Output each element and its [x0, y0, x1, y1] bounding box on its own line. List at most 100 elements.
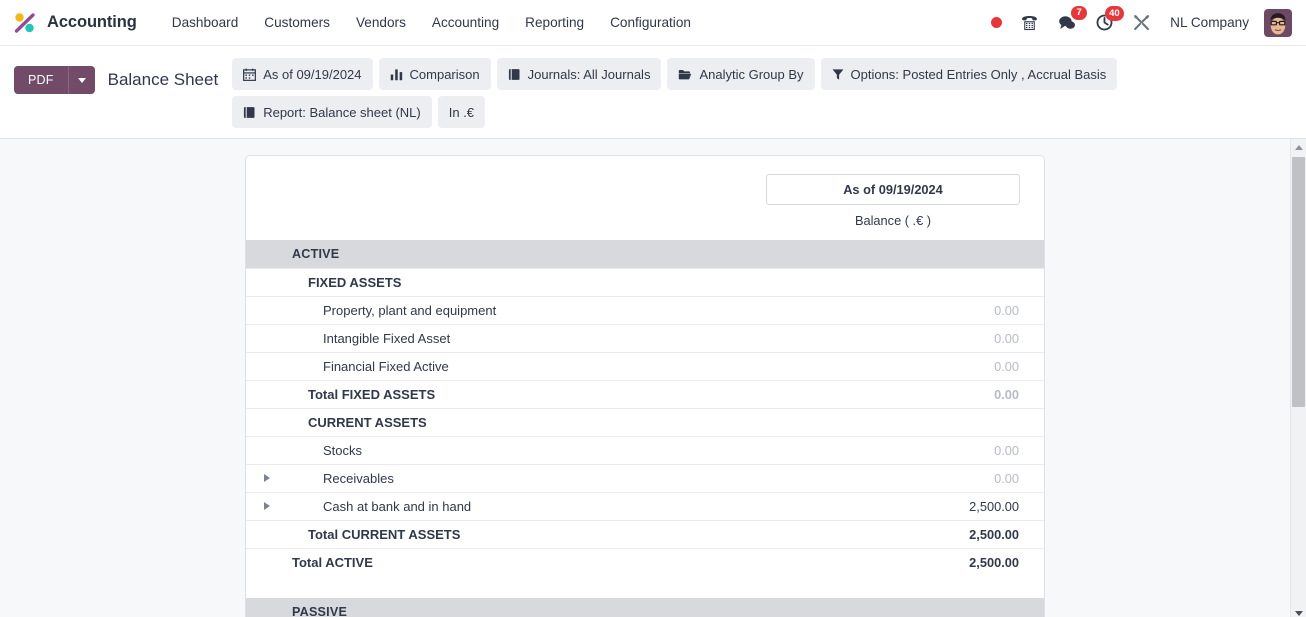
filter-date-label: As of 09/19/2024	[263, 66, 362, 82]
filter-journals-label: Journals: All Journals	[527, 66, 651, 82]
row-toggle-placeholder	[246, 324, 292, 352]
filter-date-button[interactable]: As of 09/19/2024	[232, 58, 373, 90]
filter-journals-button[interactable]: Journals: All Journals	[496, 58, 662, 90]
table-row[interactable]: Receivables 0.00	[246, 464, 1044, 492]
table-row[interactable]: Total ACTIVE 2,500.00	[246, 548, 1044, 576]
table-row[interactable]: Total CURRENT ASSETS 2,500.00	[246, 520, 1044, 548]
row-value: 0.00	[994, 386, 1019, 402]
filter-comparison-label: Comparison	[409, 66, 480, 82]
scroll-down-arrow-icon[interactable]	[1291, 605, 1306, 617]
control-panel-left: PDF Balance Sheet	[14, 54, 218, 94]
row-value	[854, 268, 1044, 296]
scroll-up-arrow-icon[interactable]	[1291, 139, 1306, 155]
caret-right-icon[interactable]	[264, 502, 270, 510]
row-toggle-placeholder	[246, 352, 292, 380]
table-row[interactable]: Total FIXED ASSETS 0.00	[246, 380, 1044, 408]
chevron-down-icon	[77, 77, 86, 83]
balance-sheet-table: ACTIVE FIXED ASSETS Property, plant and eq…	[246, 240, 1044, 617]
folder-open-icon	[678, 68, 692, 81]
activities-menu-button[interactable]: 40	[1086, 6, 1125, 36]
report-spacer-row	[246, 576, 1044, 598]
row-label: Total FIXED ASSETS	[308, 386, 436, 402]
caret-right-icon[interactable]	[264, 474, 270, 482]
row-label: Cash at bank and in hand	[323, 498, 472, 514]
brand-home-link[interactable]: Accounting	[12, 10, 137, 36]
report-scroll-container: As of 09/19/2024 Balance ( .€ ) ACTIVE FI…	[0, 139, 1290, 617]
menu-item-accounting[interactable]: Accounting	[419, 9, 512, 36]
row-toggle-placeholder	[246, 436, 292, 464]
filter-options-button[interactable]: Options: Posted Entries Only , Accrual B…	[820, 58, 1118, 90]
row-toggle-placeholder	[246, 380, 292, 408]
bar-chart-icon	[390, 68, 403, 81]
user-avatar-icon[interactable]	[1264, 8, 1292, 37]
main-menu: Dashboard Customers Vendors Accounting R…	[159, 9, 704, 36]
row-toggle-placeholder	[246, 598, 292, 617]
table-row[interactable]: Property, plant and equipment 0.00	[246, 296, 1044, 324]
menu-item-configuration[interactable]: Configuration	[597, 9, 704, 36]
row-value	[854, 408, 1044, 436]
pdf-dropdown-button[interactable]	[67, 66, 95, 94]
calendar-icon	[243, 68, 257, 81]
filter-report-button[interactable]: Report: Balance sheet (NL)	[232, 96, 432, 128]
row-expand-toggle[interactable]	[246, 492, 292, 520]
pdf-export-group: PDF	[14, 66, 95, 94]
table-row[interactable]: Cash at bank and in hand 2,500.00	[246, 492, 1044, 520]
row-label: Intangible Fixed Asset	[323, 330, 451, 346]
row-toggle-placeholder	[246, 268, 292, 296]
table-row[interactable]: CURRENT ASSETS	[246, 408, 1044, 436]
row-value: 2,500.00	[969, 526, 1019, 542]
menu-item-vendors[interactable]: Vendors	[343, 9, 419, 36]
row-toggle-placeholder	[246, 520, 292, 548]
row-label: Stocks	[323, 442, 363, 458]
row-label: CURRENT ASSETS	[308, 414, 427, 430]
odoo-logo-icon	[12, 10, 38, 36]
scrollbar-thumb[interactable]	[1292, 157, 1305, 407]
filter-options-label: Options: Posted Entries Only , Accrual B…	[850, 66, 1107, 82]
row-value: 2,500.00	[969, 498, 1019, 514]
book-icon	[243, 106, 256, 119]
row-value: 0.00	[994, 442, 1019, 458]
messages-menu-button[interactable]: 7	[1048, 5, 1088, 37]
tools-icon[interactable]	[1123, 9, 1160, 36]
report-filter-bar: As of 09/19/2024 Comparison Journals: Al…	[232, 54, 1292, 128]
row-toggle-placeholder	[246, 408, 292, 436]
filter-currency-button[interactable]: In .€	[437, 96, 486, 128]
pdf-button[interactable]: PDF	[14, 66, 68, 94]
row-label: Property, plant and equipment	[323, 302, 497, 318]
row-label: Receivables	[323, 470, 394, 486]
filter-currency-label: In .€	[448, 104, 475, 120]
row-toggle-placeholder	[246, 240, 292, 268]
row-toggle-placeholder	[246, 296, 292, 324]
phone-dialpad-icon[interactable]	[1011, 9, 1048, 36]
row-value: 2,500.00	[969, 554, 1019, 570]
table-row[interactable]: FIXED ASSETS	[246, 268, 1044, 296]
menu-item-customers[interactable]: Customers	[251, 9, 343, 36]
filter-analytic-group-by-button[interactable]: Analytic Group By	[667, 58, 815, 90]
report-column-header: As of 09/19/2024 Balance ( .€ )	[246, 156, 1044, 240]
content-area: As of 09/19/2024 Balance ( .€ ) ACTIVE FI…	[0, 139, 1306, 617]
report-section-header[interactable]: ACTIVE	[246, 240, 1044, 268]
funnel-icon	[832, 68, 844, 81]
top-navbar: Accounting Dashboard Customers Vendors A…	[0, 0, 1306, 46]
row-label: Financial Fixed Active	[323, 358, 449, 374]
filter-comparison-button[interactable]: Comparison	[378, 58, 491, 90]
vertical-scrollbar[interactable]	[1290, 139, 1306, 617]
report-section-header[interactable]: PASSIVE	[246, 598, 1044, 617]
row-expand-toggle[interactable]	[246, 464, 292, 492]
row-label	[292, 576, 854, 598]
page-title: Balance Sheet	[107, 70, 219, 89]
balance-sheet-report: As of 09/19/2024 Balance ( .€ ) ACTIVE FI…	[245, 155, 1045, 617]
company-switcher[interactable]: NL Company	[1160, 9, 1259, 36]
row-value	[854, 576, 1044, 598]
report-balance-label: Balance ( .€ )	[854, 213, 932, 228]
row-label: ACTIVE	[292, 246, 340, 261]
menu-item-dashboard[interactable]: Dashboard	[159, 9, 252, 36]
table-row[interactable]: Stocks 0.00	[246, 436, 1044, 464]
row-label: Total CURRENT ASSETS	[308, 526, 461, 542]
report-date-column-header[interactable]: As of 09/19/2024	[766, 174, 1020, 205]
record-dot-icon[interactable]	[982, 13, 1011, 32]
table-row[interactable]: Intangible Fixed Asset 0.00	[246, 324, 1044, 352]
table-row[interactable]: Financial Fixed Active 0.00	[246, 352, 1044, 380]
row-label: PASSIVE	[292, 605, 348, 617]
menu-item-reporting[interactable]: Reporting	[512, 9, 597, 36]
